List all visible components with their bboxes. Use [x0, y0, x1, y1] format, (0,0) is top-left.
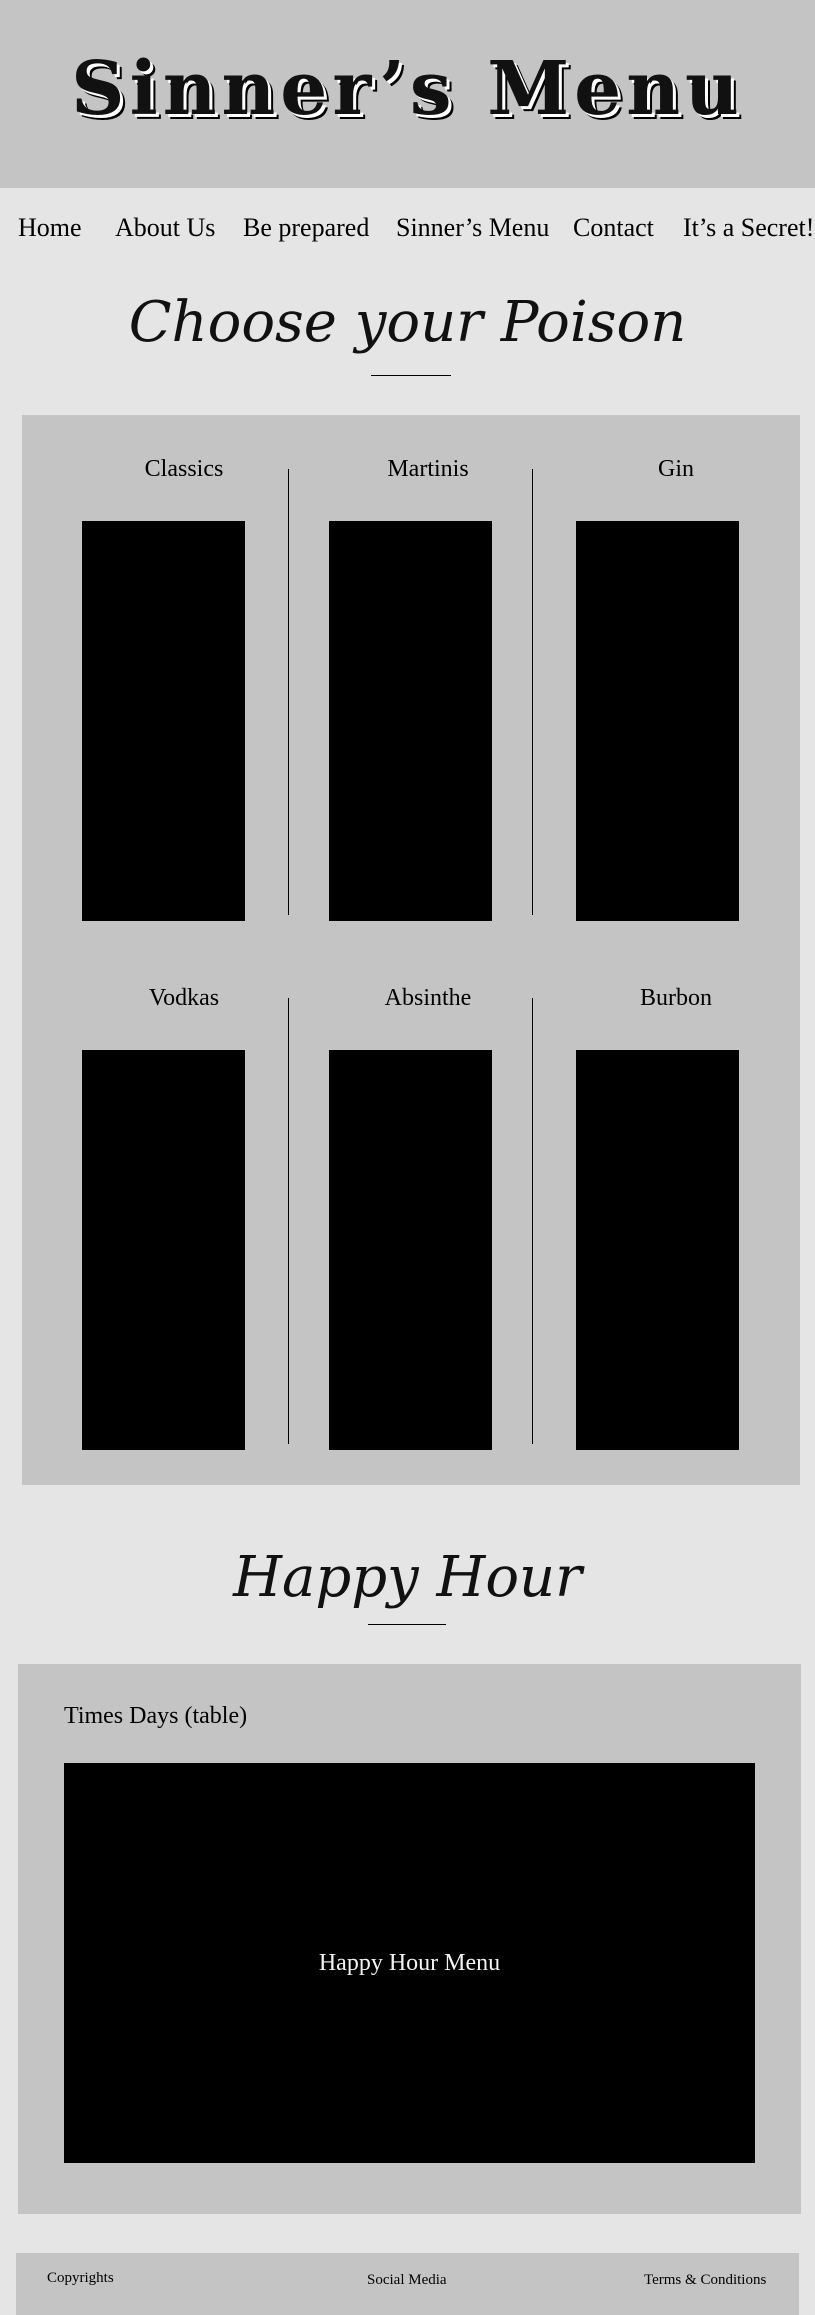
category-image-absinthe[interactable] [329, 1050, 492, 1450]
footer-social-media-link[interactable]: Social Media [367, 2271, 447, 2289]
category-label-absinthe: Absinthe [384, 985, 472, 1011]
category-image-burbon[interactable] [576, 1050, 739, 1450]
site-header: Sinner’s Menu [0, 0, 815, 188]
category-divider [532, 998, 533, 1444]
footer-copyrights-link[interactable]: Copyrights [47, 2269, 114, 2287]
nav-item-home[interactable]: Home [18, 213, 82, 243]
category-divider [288, 998, 289, 1444]
category-label-martinis: Martinis [387, 456, 469, 482]
nav-item-sinners-menu[interactable]: Sinner’s Menu [396, 213, 549, 243]
happy-hour-menu-label: Happy Hour Menu [318, 1949, 501, 1976]
nav-item-be-prepared[interactable]: Be prepared [243, 213, 369, 243]
happy-hour-title: Happy Hour [233, 1545, 582, 1610]
happy-hour-caption: Times Days (table) [64, 1703, 248, 1729]
site-footer: Copyrights Social Media Terms & Conditio… [16, 2253, 799, 2315]
category-image-vodkas[interactable] [82, 1050, 245, 1450]
category-image-martinis[interactable] [329, 521, 492, 921]
happy-hour-panel: Times Days (table) Happy Hour Menu [18, 1664, 801, 2214]
happy-hour-menu-box[interactable]: Happy Hour Menu [64, 1763, 755, 2163]
nav-item-about-us[interactable]: About Us [115, 213, 215, 243]
menu-section-title: Choose your Poison [128, 290, 687, 355]
site-title: Sinner’s Menu [71, 46, 744, 132]
category-divider [532, 469, 533, 915]
category-label-classics: Classics [144, 456, 224, 482]
menu-categories-panel: Classics Martinis Gin Vodkas Absinthe Bu… [22, 415, 800, 1485]
category-image-classics[interactable] [82, 521, 245, 921]
footer-terms-link[interactable]: Terms & Conditions [644, 2271, 766, 2289]
nav-item-contact[interactable]: Contact [573, 213, 654, 243]
category-image-gin[interactable] [576, 521, 739, 921]
category-label-vodkas: Vodkas [148, 985, 220, 1011]
menu-title-underline [371, 375, 451, 376]
category-label-gin: Gin [658, 456, 694, 482]
happy-hour-title-underline [368, 1624, 446, 1625]
category-label-burbon: Burbon [640, 985, 712, 1011]
category-divider [288, 469, 289, 915]
nav-item-secret[interactable]: It’s a Secret! [683, 213, 814, 243]
